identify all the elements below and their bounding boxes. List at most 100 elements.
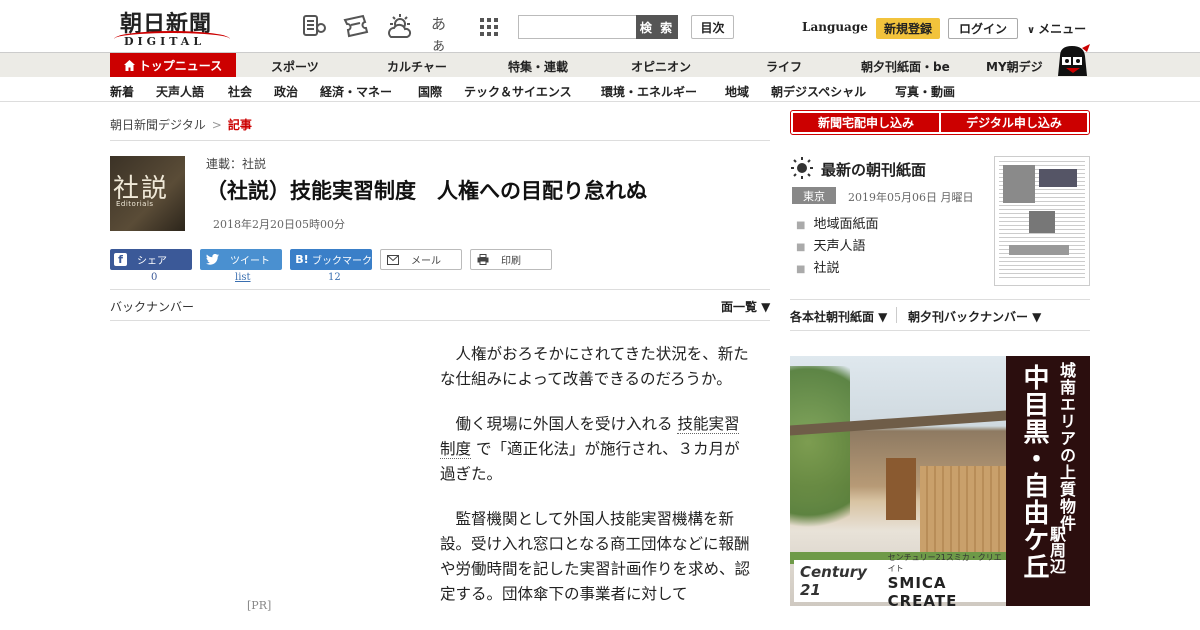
hatena-label: ブックマーク [312,256,372,267]
grid-icon[interactable] [478,13,506,41]
nav2-item-special[interactable]: 朝デジスペシャル [771,83,866,100]
thumbnail-block [1029,211,1055,233]
edition-badge: 東京 [792,187,836,204]
ad-brand-text: センチュリー21スミカ・クリエイト SMICA CREATE [888,552,1006,606]
hatena-bookmark-button[interactable]: B! ブックマーク [290,249,372,270]
back-number-label[interactable]: バックナンバー [110,298,194,315]
nav-top-news-label: トップニュース [138,59,223,73]
nav-item-sports[interactable]: スポーツ [271,58,319,75]
badge-en: Editorials [116,200,154,208]
thumbnail-block [1039,169,1077,187]
menu-button[interactable]: ∨ メニュー [1027,20,1086,37]
paper-link-label: 天声人語 [813,239,866,254]
paper-link-regional[interactable]: ■ 地域面紙面 [796,213,878,232]
nav2-item-environment[interactable]: 環境・エネルギー [601,83,697,100]
login-button[interactable]: ログイン [948,18,1018,39]
divider [110,140,770,141]
ad-fence [920,466,1006,556]
primary-nav: トップニュース スポーツ カルチャー 特集・連載 オピニオン ライフ 朝夕刊紙面… [0,52,1200,78]
search-button[interactable]: 検 索 [636,15,678,39]
nav2-item-region[interactable]: 地域 [725,83,749,100]
weather-icon[interactable] [385,13,413,41]
bullet-icon: ■ [796,264,806,275]
nav2-item-international[interactable]: 国際 [418,83,442,100]
print-icon [475,252,491,268]
paper-link-tensei[interactable]: ■ 天声人語 [796,235,865,254]
apply-home-delivery-button[interactable]: 新聞宅配申し込み [793,113,939,132]
nav2-item-photo[interactable]: 写真・動画 [895,83,955,100]
breadcrumb-home[interactable]: 朝日新聞デジタル [110,118,206,132]
divider [896,307,897,323]
page-list-dropdown[interactable]: 面一覧 ▼ [721,298,770,315]
nav-item-paper[interactable]: 朝夕刊紙面・be [861,58,950,75]
paragraph-text: で「適正化法」が施行され、３カ月が過ぎた。 [440,440,740,483]
tweet-button[interactable]: ツイート [200,249,282,270]
logo-en: DIGITAL [124,35,206,48]
nav2-item-tensei[interactable]: 天声人語 [156,83,204,100]
ticket-icon[interactable] [342,13,370,41]
font-size-icon[interactable]: あぁ [431,13,459,54]
apply-digital-button[interactable]: デジタル申し込み [941,113,1087,132]
mascot-icon[interactable] [1054,42,1092,78]
chevron-down-icon: ∨ [1027,25,1036,36]
article-body: 人権がおろそかにされてきた状況を、新たな仕組みによって改善できるのだろうか。 働… [440,342,752,627]
nav-top-news[interactable]: トップニュース [110,53,236,78]
paper-link-label: 地域面紙面 [813,217,879,232]
paper-list-icon[interactable] [301,13,329,41]
toc-button[interactable]: 目次 [691,15,734,39]
divider [790,299,1090,300]
divider [790,330,1090,331]
editorial-badge[interactable]: 社説 Editorials [110,156,185,231]
ad-subline: 駅周辺 [1047,526,1066,574]
register-button[interactable]: 新規登録 [876,18,940,39]
mail-label: メール [411,256,441,267]
paper-date: 2019年05月06日 月曜日 [848,191,974,204]
article-paragraph: 監督機関として外国人技能実習機構を新設。受け入れ窓口となる商工団体などに報酬や労… [440,510,751,603]
century21-logo: Century 21 [800,563,867,599]
search-input[interactable] [518,15,638,39]
nav-item-opinion[interactable]: オピニオン [631,58,691,75]
breadcrumb: 朝日新聞デジタル > 記事 [110,116,252,133]
language-link[interactable]: Language [802,20,868,34]
thumbnail-block [1003,165,1035,203]
paper-backnumber-dropdown[interactable]: 朝夕刊バックナンバー ▼ [908,308,1041,325]
ad-tagline: 城南エリアの上質物件 [1057,362,1076,532]
latest-paper-title[interactable]: 最新の朝刊紙面 [821,159,926,180]
paragraph-text: 働く現場に外国人を受け入れる [455,415,673,433]
nav-item-features[interactable]: 特集・連載 [508,58,568,75]
ad-tree [790,366,850,556]
bullet-icon: ■ [796,220,806,231]
facebook-share-count: 0 [151,272,158,283]
advertisement[interactable]: Century 21 センチュリー21スミカ・クリエイト SMICA CREAT… [790,356,1090,606]
nav-item-life[interactable]: ライフ [766,58,802,75]
facebook-share-button[interactable]: f シェア [110,249,192,270]
article-date: 2018年2月20日05時00分 [213,218,345,231]
nav2-item-tech[interactable]: テック＆サイエンス [464,83,572,100]
divider [110,320,770,321]
pr-label: [PR] [247,599,272,612]
nav2-item-politics[interactable]: 政治 [274,83,298,100]
bullet-icon: ■ [796,242,806,253]
tweet-count-link[interactable]: list [235,272,251,283]
series-label[interactable]: 連載：社説 [206,155,266,172]
print-label: 印刷 [501,256,521,267]
ad-brand-logo: Century 21 センチュリー21スミカ・クリエイト SMICA CREAT… [794,553,1006,606]
nav2-item-latest[interactable]: 新着 [110,83,134,100]
subscribe-box: 新聞宅配申し込み デジタル申し込み [790,110,1090,135]
paper-link-label: 社説 [813,261,840,276]
nav2-item-society[interactable]: 社会 [228,83,252,100]
mail-button[interactable]: メール [380,249,462,270]
secondary-nav: 新着 天声人語 社会 政治 経済・マネー 国際 テック＆サイエンス 環境・エネル… [0,77,1200,102]
site-logo[interactable]: 朝日新聞 DIGITAL [110,6,234,48]
menu-label: メニュー [1038,22,1087,36]
regional-papers-dropdown[interactable]: 各本社朝刊紙面 ▼ [790,308,887,325]
paper-link-editorial[interactable]: ■ 社説 [796,257,839,276]
hatena-count[interactable]: 12 [328,272,341,283]
nav-item-culture[interactable]: カルチャー [387,58,447,75]
site-header: 朝日新聞 DIGITAL あぁ 検 索 目次 Language 新規登録 ログイ… [0,0,1200,54]
nav2-item-economy[interactable]: 経済・マネー [320,83,392,100]
print-button[interactable]: 印刷 [470,249,552,270]
nav-item-my-asadigi[interactable]: MY朝デジ [986,58,1043,75]
divider [110,289,770,290]
newspaper-thumbnail[interactable] [994,156,1090,286]
